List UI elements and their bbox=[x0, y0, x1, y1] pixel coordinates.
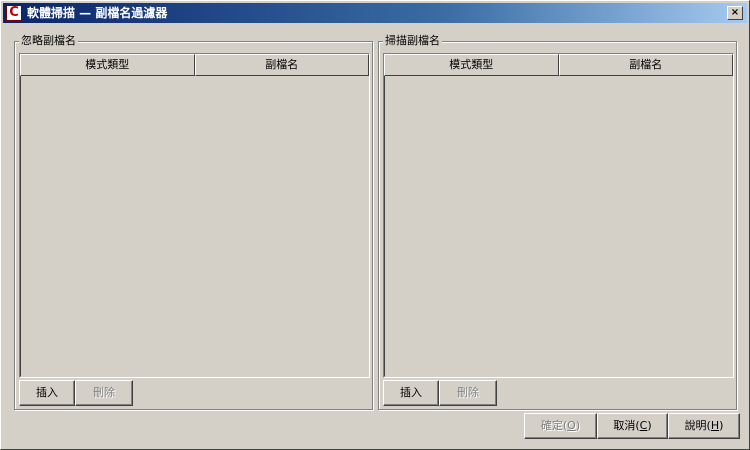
close-button[interactable]: × bbox=[727, 6, 743, 20]
title-bar[interactable]: C 軟體掃描 — 副檔名過濾器 × bbox=[3, 3, 747, 23]
ignore-col-pattern-type[interactable]: 模式類型 bbox=[20, 54, 195, 76]
ignore-extensions-group: 忽略副檔名 模式類型 副檔名 插入 刪除 bbox=[14, 34, 373, 410]
ok-button-close: ) bbox=[575, 419, 581, 432]
help-button-label: 說明( bbox=[684, 419, 711, 432]
help-button-key: H bbox=[710, 419, 720, 432]
ignore-extensions-legend: 忽略副檔名 bbox=[19, 34, 78, 48]
ok-button[interactable]: 確定(O) bbox=[524, 413, 597, 439]
close-icon: × bbox=[730, 7, 740, 18]
scan-table-frame bbox=[384, 54, 733, 377]
scan-col-extension[interactable]: 副檔名 bbox=[558, 54, 733, 76]
dialog-window: C 軟體掃描 — 副檔名過濾器 × 忽略副檔名 模式類型 副檔名 插入 刪除 掃… bbox=[0, 0, 750, 450]
cancel-button[interactable]: 取消(C) bbox=[597, 413, 668, 439]
ignore-extensions-table[interactable]: 模式類型 副檔名 bbox=[19, 53, 370, 378]
help-button[interactable]: 說明(H) bbox=[668, 413, 740, 439]
ignore-col-extension[interactable]: 副檔名 bbox=[194, 54, 369, 76]
ignore-table-header: 模式類型 副檔名 bbox=[20, 54, 369, 76]
help-button-close: ) bbox=[719, 419, 724, 432]
scan-extensions-legend: 掃描副檔名 bbox=[383, 34, 442, 48]
ok-button-key: O bbox=[567, 419, 576, 432]
ok-button-label: 確定( bbox=[540, 419, 568, 432]
window-title: 軟體掃描 — 副檔名過濾器 bbox=[27, 6, 168, 20]
scan-extensions-group: 掃描副檔名 模式類型 副檔名 插入 刪除 bbox=[378, 34, 737, 410]
scan-extensions-table[interactable]: 模式類型 副檔名 bbox=[383, 53, 734, 378]
scan-table-header: 模式類型 副檔名 bbox=[384, 54, 733, 76]
ignore-insert-button[interactable]: 插入 bbox=[19, 380, 75, 406]
ignore-delete-button[interactable]: 刪除 bbox=[75, 380, 133, 406]
scan-insert-button[interactable]: 插入 bbox=[383, 380, 439, 406]
cancel-button-close: ) bbox=[647, 419, 652, 432]
scan-delete-button[interactable]: 刪除 bbox=[439, 380, 497, 406]
cancel-button-label: 取消( bbox=[613, 419, 640, 432]
ignore-table-frame bbox=[20, 54, 369, 377]
app-logo-icon: C bbox=[6, 5, 22, 21]
app-logo-glyph: C bbox=[9, 5, 19, 20]
scan-col-pattern-type[interactable]: 模式類型 bbox=[384, 54, 559, 76]
